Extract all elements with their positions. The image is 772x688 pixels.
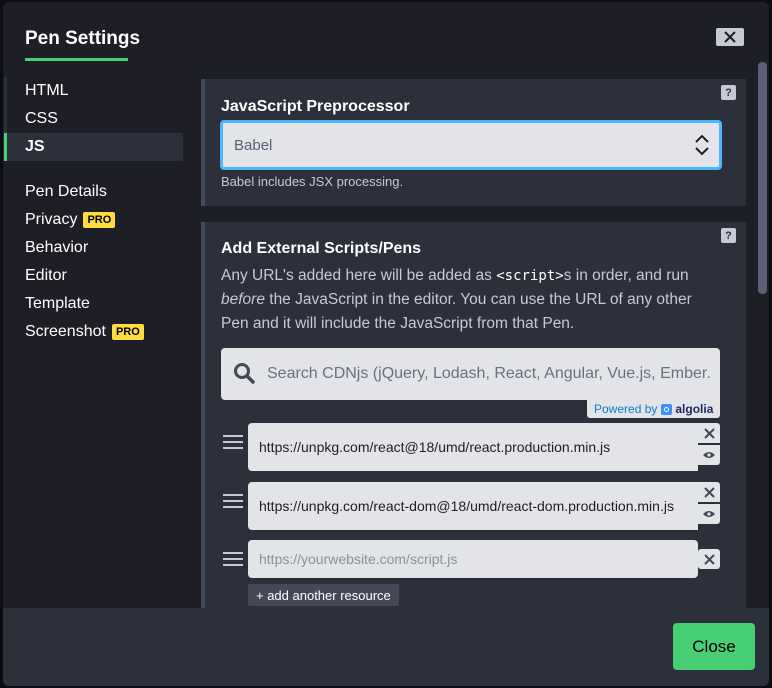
pen-settings-modal: Pen Settings HTML CSS JS Pen Details Pri… xyxy=(3,2,769,686)
remove-resource-button[interactable] xyxy=(698,482,720,502)
view-resource-button[interactable] xyxy=(698,504,720,524)
cdnjs-search xyxy=(221,348,720,400)
desc-text: s in order, and run xyxy=(563,267,689,284)
close-modal-button[interactable] xyxy=(716,28,744,46)
preprocessor-help-text: Babel includes JSX processing. xyxy=(221,174,404,189)
settings-sidebar: HTML CSS JS Pen Details Privacy PRO Beha… xyxy=(3,77,183,346)
eye-icon xyxy=(703,511,715,517)
sidebar-item-html[interactable]: HTML xyxy=(3,77,183,105)
scrollbar-thumb[interactable] xyxy=(758,62,767,294)
new-resource-input[interactable] xyxy=(248,540,698,578)
sidebar-item-label: Template xyxy=(25,295,90,312)
resource-url-input[interactable] xyxy=(248,482,698,530)
algolia-icon xyxy=(661,403,673,415)
preprocessor-select[interactable]: Babel xyxy=(220,120,722,170)
desc-code: <script> xyxy=(496,268,564,284)
preprocessor-panel: ? JavaScript Preprocessor Babel Babel in… xyxy=(201,79,746,206)
sidebar-item-label: Editor xyxy=(25,267,67,284)
settings-content: ? JavaScript Preprocessor Babel Babel in… xyxy=(201,77,746,611)
pro-badge: PRO xyxy=(83,212,116,228)
sidebar-item-label: Pen Details xyxy=(25,183,107,200)
select-arrows-icon xyxy=(695,134,709,156)
sidebar-item-behavior[interactable]: Behavior xyxy=(3,234,183,262)
close-button[interactable]: Close xyxy=(673,623,755,670)
panel-accent-bar xyxy=(201,79,205,206)
add-resource-button[interactable]: + add another resource xyxy=(248,584,399,606)
close-icon xyxy=(724,31,736,43)
preprocessor-selected-value: Babel xyxy=(234,136,273,154)
close-icon xyxy=(703,427,715,439)
sidebar-item-indicator xyxy=(4,133,7,161)
sidebar-item-label: Privacy xyxy=(25,211,78,228)
sidebar-item-template[interactable]: Template xyxy=(3,290,183,318)
modal-footer: Close xyxy=(3,608,769,686)
sidebar-item-indicator xyxy=(4,77,7,105)
content-scrollbar[interactable] xyxy=(758,60,767,610)
sidebar-item-label: JS xyxy=(25,138,45,155)
powered-by-algolia[interactable]: Powered by algolia xyxy=(587,400,720,418)
search-input[interactable] xyxy=(267,348,712,400)
sidebar-item-indicator xyxy=(4,105,7,133)
algolia-text: algolia xyxy=(675,402,714,416)
remove-resource-button[interactable] xyxy=(698,549,720,569)
drag-handle-icon[interactable] xyxy=(223,435,243,451)
sidebar-item-css[interactable]: CSS xyxy=(3,105,183,133)
resource-row xyxy=(221,423,723,471)
close-icon xyxy=(703,486,715,498)
external-scripts-panel: ? Add External Scripts/Pens Any URL's ad… xyxy=(201,222,746,611)
sidebar-item-privacy[interactable]: Privacy PRO xyxy=(3,206,183,234)
remove-resource-button[interactable] xyxy=(698,423,720,443)
view-resource-button[interactable] xyxy=(698,445,720,465)
resource-url-input[interactable] xyxy=(248,423,698,471)
sidebar-group-general: Pen Details Privacy PRO Behavior Editor … xyxy=(3,178,183,346)
sidebar-item-label: CSS xyxy=(25,110,58,127)
close-icon xyxy=(703,553,715,565)
desc-text: the JavaScript in the editor. You can us… xyxy=(221,291,692,332)
resource-row xyxy=(221,540,723,588)
sidebar-item-pen-details[interactable]: Pen Details xyxy=(3,178,183,206)
eye-icon xyxy=(703,452,715,458)
search-icon xyxy=(234,363,255,384)
sidebar-item-label: HTML xyxy=(25,82,69,99)
sidebar-item-js[interactable]: JS xyxy=(3,133,183,161)
help-icon[interactable]: ? xyxy=(721,228,736,243)
sidebar-item-editor[interactable]: Editor xyxy=(3,262,183,290)
desc-emphasis: before xyxy=(221,291,265,308)
external-scripts-description: Any URL's added here will be added as <s… xyxy=(221,264,721,336)
sidebar-item-screenshot[interactable]: Screenshot PRO xyxy=(3,318,183,346)
modal-header: Pen Settings xyxy=(3,2,769,64)
resource-row xyxy=(221,482,723,530)
modal-title: Pen Settings xyxy=(25,28,141,49)
external-scripts-title: Add External Scripts/Pens xyxy=(221,240,422,257)
desc-text: Any URL's added here will be added as xyxy=(221,267,497,284)
pro-badge: PRO xyxy=(111,324,144,340)
sidebar-item-label: Behavior xyxy=(25,239,89,256)
sidebar-item-label: Screenshot xyxy=(25,323,106,340)
panel-accent-bar xyxy=(201,222,205,611)
preprocessor-title: JavaScript Preprocessor xyxy=(221,98,410,115)
help-icon[interactable]: ? xyxy=(721,85,736,100)
title-underline xyxy=(25,58,128,61)
drag-handle-icon[interactable] xyxy=(223,494,243,510)
drag-handle-icon[interactable] xyxy=(223,552,243,568)
powered-by-text: Powered by xyxy=(594,402,658,416)
